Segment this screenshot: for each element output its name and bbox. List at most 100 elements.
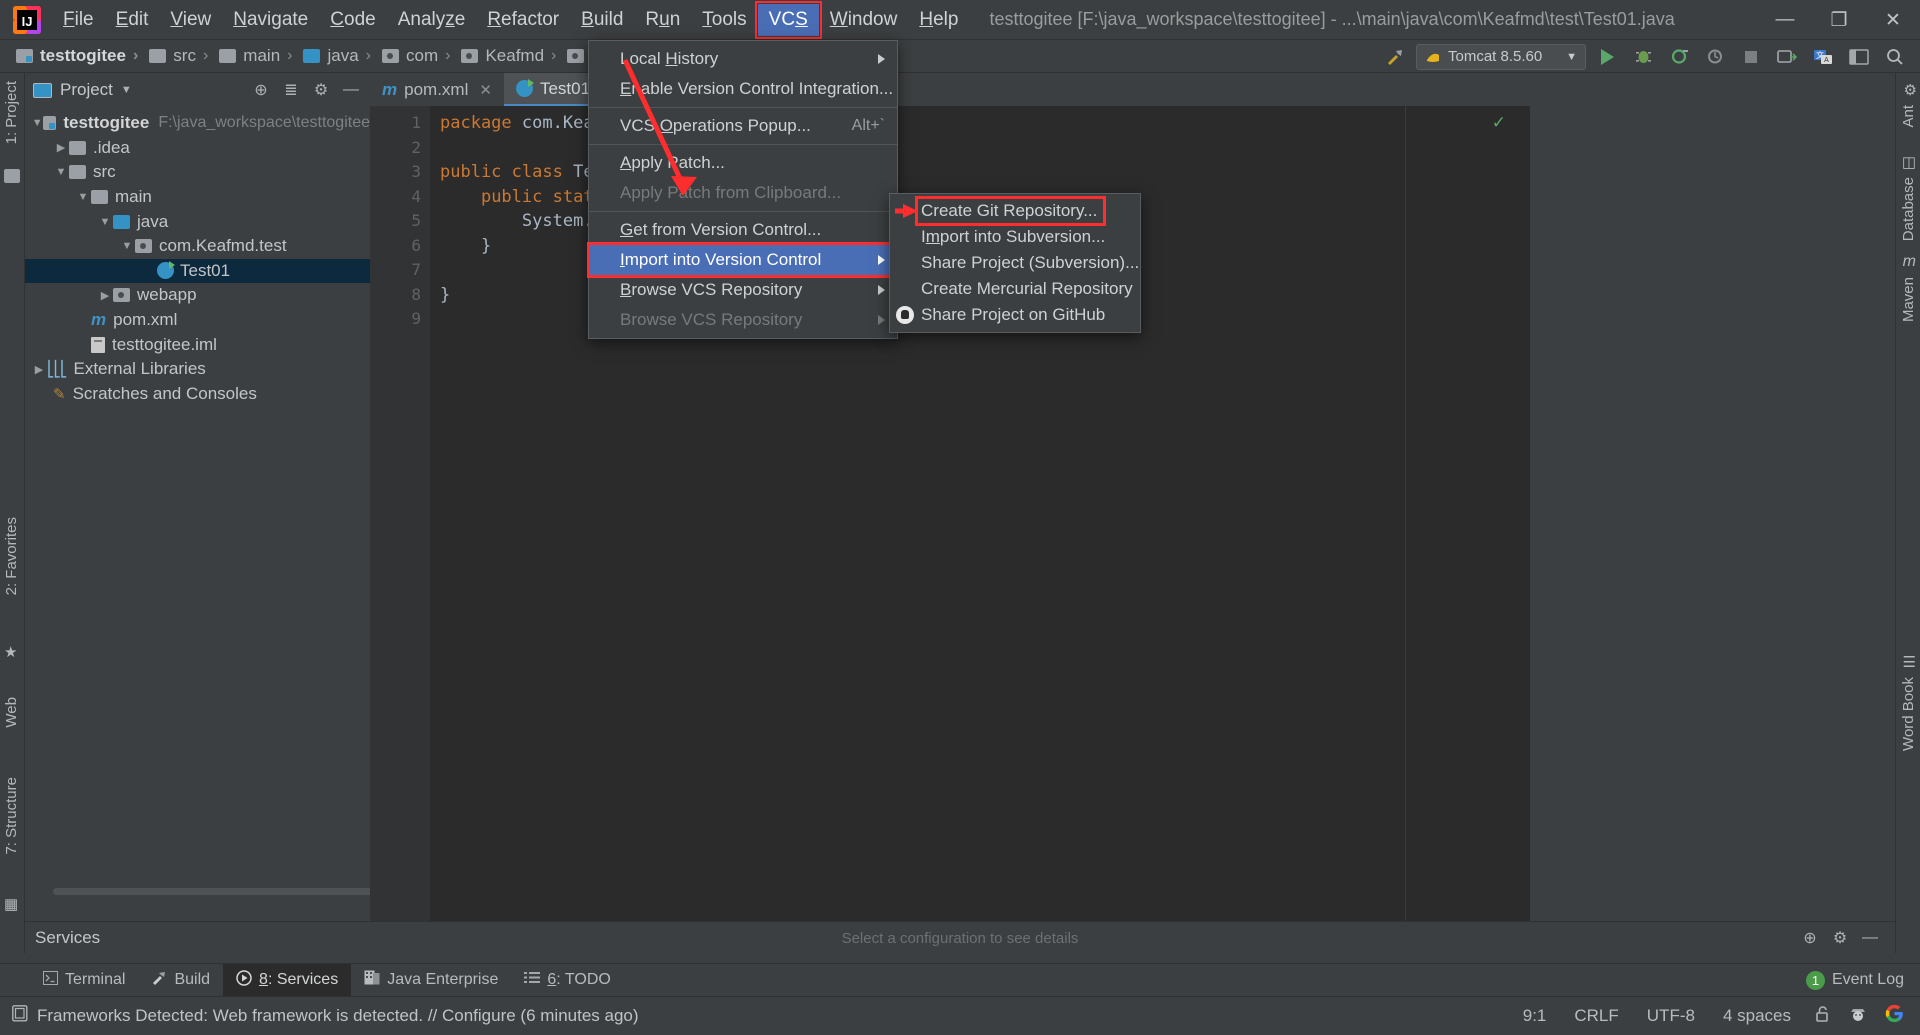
search-icon[interactable] — [1880, 44, 1910, 70]
menu-item-import-into-version-control[interactable]: Import into Version Control — [587, 242, 899, 278]
tree-node-test01[interactable]: Test01 — [25, 258, 370, 284]
minimize-button[interactable]: — — [1758, 0, 1812, 40]
locate-icon[interactable]: ⊕ — [250, 80, 272, 100]
tree-node-webapp[interactable]: ▶ webapp — [25, 283, 370, 308]
status-message[interactable]: Frameworks Detected: Web framework is de… — [37, 1006, 639, 1026]
gear-icon[interactable]: ⚙ — [1825, 928, 1855, 948]
stop-button[interactable] — [1736, 44, 1766, 70]
chevron-down-icon[interactable]: ▼ — [121, 84, 132, 96]
build-project-icon[interactable] — [1380, 44, 1410, 70]
breadcrumb-item-com[interactable]: com › — [380, 46, 459, 66]
tree-node-java[interactable]: ▼ java — [25, 209, 370, 234]
submenu-item-import-into-subversion[interactable]: Import into Subversion... — [890, 224, 1140, 250]
tool-window-ant[interactable]: Ant — [1896, 101, 1920, 132]
breadcrumb-item-project[interactable]: testtogitee › — [14, 46, 147, 66]
caret-position[interactable]: 9:1 — [1509, 1006, 1561, 1026]
tool-window-java-enterprise[interactable]: Java Enterprise — [351, 964, 511, 997]
project-horizontal-scrollbar[interactable] — [53, 888, 393, 895]
menu-file[interactable]: File — [52, 4, 105, 36]
expand-arrow-icon[interactable]: ▶ — [53, 141, 69, 154]
tree-node-main[interactable]: ▼ main — [25, 185, 370, 210]
debug-button[interactable] — [1628, 44, 1658, 70]
google-icon[interactable] — [1876, 1004, 1920, 1028]
tool-window-maven[interactable]: Maven — [1896, 273, 1920, 326]
menu-tools[interactable]: Tools — [691, 4, 757, 36]
layout-icon[interactable] — [1844, 44, 1874, 70]
indent-setting[interactable]: 4 spaces — [1709, 1006, 1805, 1026]
tool-window-todo[interactable]: 6: TODO — [511, 964, 623, 997]
tool-window-favorites[interactable]: 2: Favorites — [0, 513, 24, 599]
expand-arrow-icon[interactable]: ▼ — [97, 216, 113, 228]
tree-node-scratches[interactable]: ✎ Scratches and Consoles — [25, 382, 370, 407]
file-encoding[interactable]: UTF-8 — [1633, 1006, 1709, 1026]
run-configuration-selector[interactable]: Tomcat 8.5.60 ▼ — [1416, 43, 1586, 70]
menu-analyze[interactable]: Analyze — [387, 4, 477, 36]
profile-button[interactable] — [1700, 44, 1730, 70]
breadcrumb-item-keafmd[interactable]: Keafmd › — [459, 46, 565, 66]
breadcrumb-item-java[interactable]: java › — [301, 46, 380, 66]
tree-node-src[interactable]: ▼ src — [25, 160, 370, 185]
menu-view[interactable]: View — [159, 4, 222, 36]
expand-arrow-icon[interactable]: ▼ — [119, 240, 135, 252]
structure-folder-icon[interactable] — [4, 169, 20, 183]
unlock-icon[interactable] — [1805, 1005, 1840, 1028]
event-log-button[interactable]: 1 Event Log — [1805, 970, 1920, 990]
tool-window-build[interactable]: Build — [138, 964, 223, 997]
gear-icon[interactable]: ⚙ — [310, 80, 332, 100]
run-with-coverage-button[interactable] — [1664, 44, 1694, 70]
hide-icon[interactable]: — — [1855, 929, 1885, 947]
inspection-ok-icon[interactable]: ✓ — [1492, 113, 1506, 133]
expand-arrow-icon[interactable]: ▼ — [53, 166, 69, 178]
menu-item-vcs-operations-popup[interactable]: VCS Operations Popup... Alt+` — [589, 111, 897, 141]
tree-node-idea[interactable]: ▶ .idea — [25, 136, 370, 161]
expand-arrow-icon[interactable]: ▼ — [31, 117, 43, 129]
expand-arrow-icon[interactable]: ▶ — [31, 363, 47, 376]
menu-help[interactable]: Help — [908, 4, 969, 36]
menu-window[interactable]: Window — [819, 4, 909, 36]
menu-vcs[interactable]: VCS — [754, 0, 822, 39]
tool-window-word-book[interactable]: Word Book — [1896, 673, 1920, 755]
menu-refactor[interactable]: Refactor — [476, 4, 570, 36]
menu-edit[interactable]: Edit — [105, 4, 160, 36]
submenu-item-create-mercurial-repository[interactable]: Create Mercurial Repository — [890, 276, 1140, 302]
update-app-icon[interactable] — [1772, 44, 1802, 70]
menu-build[interactable]: Build — [570, 4, 634, 36]
menu-code[interactable]: Code — [319, 4, 386, 36]
tool-window-project[interactable]: 1: Project — [0, 77, 24, 148]
tree-node-pom[interactable]: m pom.xml — [25, 308, 370, 333]
menu-item-apply-patch[interactable]: Apply Patch... — [589, 148, 897, 178]
inspector-icon[interactable] — [1840, 1005, 1876, 1028]
expand-arrow-icon[interactable]: ▶ — [97, 289, 113, 302]
menu-navigate[interactable]: Navigate — [222, 4, 319, 36]
submenu-item-share-project-subversion[interactable]: Share Project (Subversion)... — [890, 250, 1140, 276]
menu-run[interactable]: Run — [634, 4, 691, 36]
line-separator[interactable]: CRLF — [1560, 1006, 1632, 1026]
breadcrumb-item-main[interactable]: main › — [217, 46, 301, 66]
hide-icon[interactable]: — — [340, 81, 362, 99]
tool-window-database[interactable]: Database — [1896, 173, 1920, 245]
tree-node-testtogitee[interactable]: ▼ testtogitee F:\java_workspace\testtogi… — [25, 111, 370, 136]
tree-node-iml[interactable]: testtogitee.iml — [25, 332, 370, 357]
tool-window-structure[interactable]: 7: Structure — [0, 773, 24, 859]
breadcrumb-item-src[interactable]: src › — [147, 46, 217, 66]
maximize-button[interactable]: ❐ — [1812, 0, 1866, 40]
tool-window-services[interactable]: 8: Services — [223, 963, 352, 997]
menu-item-get-from-version-control[interactable]: Get from Version Control... — [589, 215, 897, 245]
tab-pom-xml[interactable]: m pom.xml ✕ — [370, 73, 504, 106]
submenu-item-create-git-repository[interactable]: Create Git Repository... — [890, 196, 1140, 226]
tool-window-web[interactable]: Web — [0, 693, 24, 732]
close-button[interactable]: ✕ — [1866, 0, 1920, 40]
expand-arrow-icon[interactable]: ▼ — [75, 191, 91, 203]
submenu-item-share-project-on-github[interactable]: Share Project on GitHub — [890, 302, 1140, 328]
grid-icon[interactable]: ▦ — [4, 895, 18, 913]
run-button[interactable] — [1592, 44, 1622, 70]
collapse-all-icon[interactable]: ≣ — [280, 80, 302, 100]
tool-window-terminal[interactable]: Terminal — [30, 964, 138, 997]
menu-item-browse-vcs-repository[interactable]: Browse VCS Repository — [589, 275, 897, 305]
tree-node-package[interactable]: ▼ com.Keafmd.test — [25, 234, 370, 259]
translate-icon[interactable]: 文A — [1808, 44, 1838, 70]
menu-item-enable-vcs[interactable]: Enable Version Control Integration... — [589, 74, 897, 104]
close-icon[interactable]: ✕ — [479, 81, 492, 99]
menu-item-local-history[interactable]: Local History — [589, 44, 897, 74]
locate-icon[interactable]: ⊕ — [1795, 928, 1825, 948]
